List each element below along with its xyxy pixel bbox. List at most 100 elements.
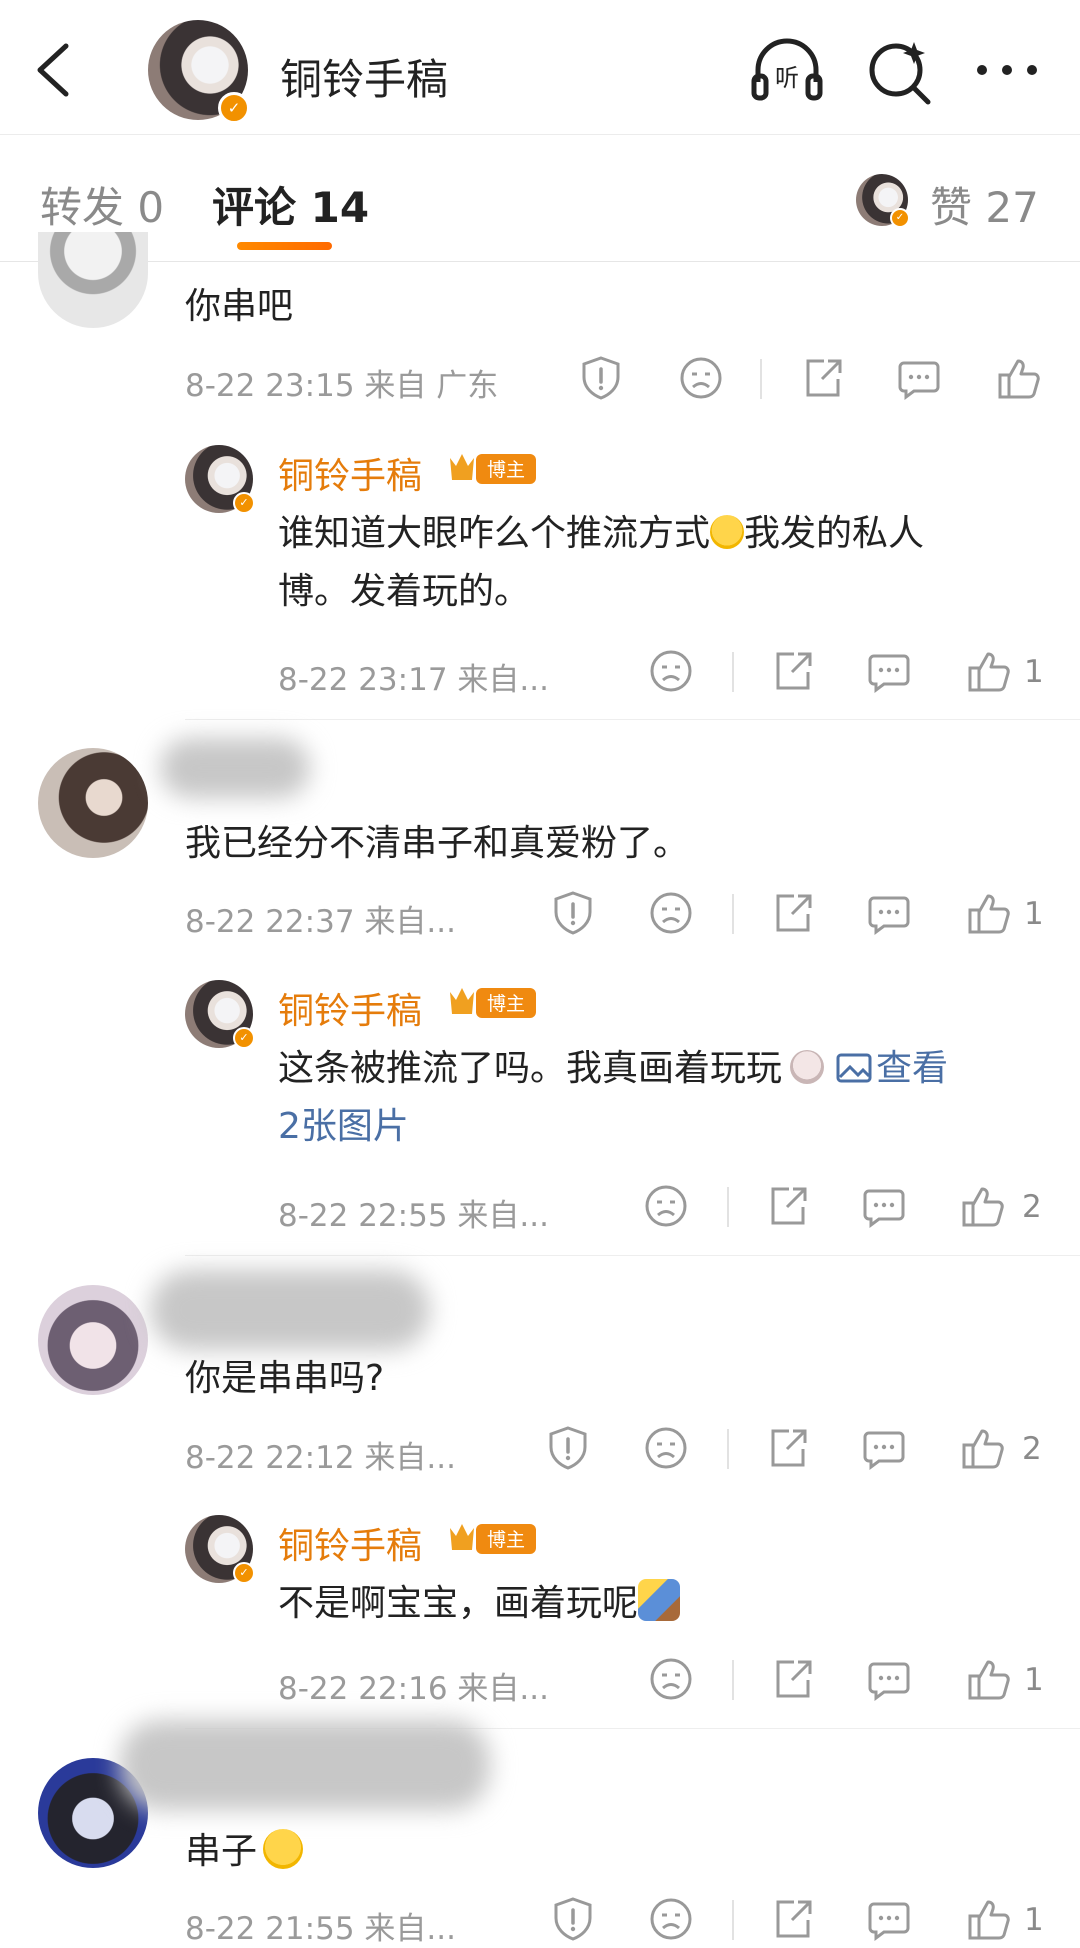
like-thumb-icon[interactable] [966,1896,1012,1942]
like-thumb-icon[interactable] [966,1656,1012,1702]
verified-badge-icon: ✓ [233,492,255,514]
action-divider [732,1900,734,1940]
like-count: 1 [1024,1662,1044,1698]
image-icon [836,1053,872,1083]
report-icon[interactable] [550,890,596,936]
blogger-badge-label: 博主 [487,459,525,481]
reply-text: 不是啊宝宝，画着玩呢 [278,1575,681,1633]
dislike-face-icon[interactable] [648,648,694,694]
reply-icon[interactable] [866,1656,912,1702]
reply-icon[interactable] [866,890,912,936]
comment-text: 你是串串吗? [185,1358,385,1399]
comment-divider [185,1255,1080,1256]
verified-badge-icon: ✓ [233,1562,255,1584]
report-icon[interactable] [545,1425,591,1471]
dislike-face-icon[interactable] [648,890,694,936]
report-icon[interactable] [550,1896,596,1942]
verified-badge-icon: ✓ [233,1027,255,1049]
action-divider [732,1660,734,1700]
reply-action-row: 2 [0,1183,1080,1233]
blogger-badge-label: 博主 [487,1529,525,1551]
view-images-count[interactable]: 2张图片 [278,1106,409,1147]
listen-headphones-icon[interactable]: 听 [750,34,824,108]
dislike-face-icon[interactable] [643,1425,689,1471]
reply-text: 谁知道大眼咋么个推流方式 我发的私人 博。发着玩的。 [278,505,924,621]
comment-action-row: 2 [0,1425,1080,1475]
share-icon[interactable] [770,1656,816,1702]
blurred-username [120,1720,490,1810]
like-count: 1 [1024,896,1044,932]
verified-badge-icon: ✓ [890,208,910,228]
top-bar: ✓ 铜铃手稿 听 [0,0,1080,135]
reply-icon[interactable] [896,355,942,401]
thinking-emoji-icon [263,1829,304,1869]
comment-action-row: 1 [0,1896,1080,1946]
crying-emoji-icon [710,515,745,549]
share-icon[interactable] [765,1425,811,1471]
like-thumb-icon[interactable] [996,355,1042,401]
reply-text-line2: 博。发着玩的。 [278,571,531,612]
verified-badge-icon: ✓ [218,92,250,124]
dislike-face-icon[interactable] [648,1896,694,1942]
like-thumb-icon[interactable] [966,648,1012,694]
share-icon[interactable] [800,355,846,401]
share-icon[interactable] [765,1183,811,1229]
dislike-face-icon[interactable] [648,1656,694,1702]
reply-author[interactable]: 铜铃手稿 [278,982,422,1034]
commenter-avatar[interactable] [38,232,148,328]
like-count: 1 [1024,1902,1044,1938]
page-title: 铜铃手稿 [280,55,449,104]
tab-like[interactable]: 赞 27 [930,174,1039,235]
action-divider [760,359,762,399]
comment-text: 串子 [185,1823,304,1881]
reply-text-body: 不是啊宝宝，画着玩呢 [278,1583,639,1624]
reply-icon[interactable] [861,1425,907,1471]
like-thumb-icon[interactable] [960,1425,1006,1471]
search-icon[interactable] [862,34,936,108]
more-options-icon[interactable] [970,34,1044,108]
reply-author[interactable]: 铜铃手稿 [278,1517,422,1569]
dislike-face-icon[interactable] [643,1183,689,1229]
reply-text-line1-tail: 我发的私人 [744,513,925,554]
reply-icon[interactable] [866,1896,912,1942]
blurred-username [150,1270,430,1350]
reply-text: 这条被推流了吗。我真画着玩玩 查看 2张图片 [278,1040,948,1156]
listen-label: 听 [775,64,799,92]
view-images-label: 查看 [876,1048,949,1089]
comment-divider [185,719,1080,720]
action-divider [727,1429,729,1469]
commenter-avatar[interactable] [38,748,148,858]
blogger-badge-icon: 博主 [450,1524,536,1554]
share-icon[interactable] [770,890,816,936]
comment-text: 我已经分不清串子和真爱粉了。 [185,823,690,864]
reply-text-line1: 这条被推流了吗。我真画着玩玩 [278,1048,783,1089]
tab-repost[interactable]: 转发 0 [40,174,164,235]
reply-author[interactable]: 铜铃手稿 [278,447,422,499]
comment-text-body: 串子 [185,1831,258,1872]
view-images-link[interactable]: 查看 [832,1048,948,1089]
blogger-badge-label: 博主 [487,993,525,1015]
like-thumb-icon[interactable] [960,1183,1006,1229]
reply-icon[interactable] [861,1183,907,1229]
comment-text: 你串吧 [185,286,294,327]
back-arrow-icon[interactable] [30,40,80,100]
share-icon[interactable] [770,1896,816,1942]
reply-text-line1: 谁知道大眼咋么个推流方式 [278,513,711,554]
reply-action-row: 1 [0,1656,1080,1706]
share-icon[interactable] [770,648,816,694]
active-tab-indicator [237,242,332,250]
like-count: 2 [1022,1189,1042,1225]
report-icon[interactable] [578,355,624,401]
like-count: 2 [1022,1431,1042,1467]
comment-action-row: 1 [0,890,1080,940]
reply-icon[interactable] [866,648,912,694]
action-divider [732,652,734,692]
ghost-emoji-icon [790,1050,825,1084]
reply-action-row: 1 [0,648,1080,698]
commenter-avatar[interactable] [38,1285,148,1395]
dislike-face-icon[interactable] [678,355,724,401]
tab-bar: 转发 0 评论 14 ✓ 赞 27 [0,134,1080,262]
tab-comment[interactable]: 评论 14 [212,174,369,235]
like-count: 1 [1024,654,1044,690]
like-thumb-icon[interactable] [966,890,1012,936]
